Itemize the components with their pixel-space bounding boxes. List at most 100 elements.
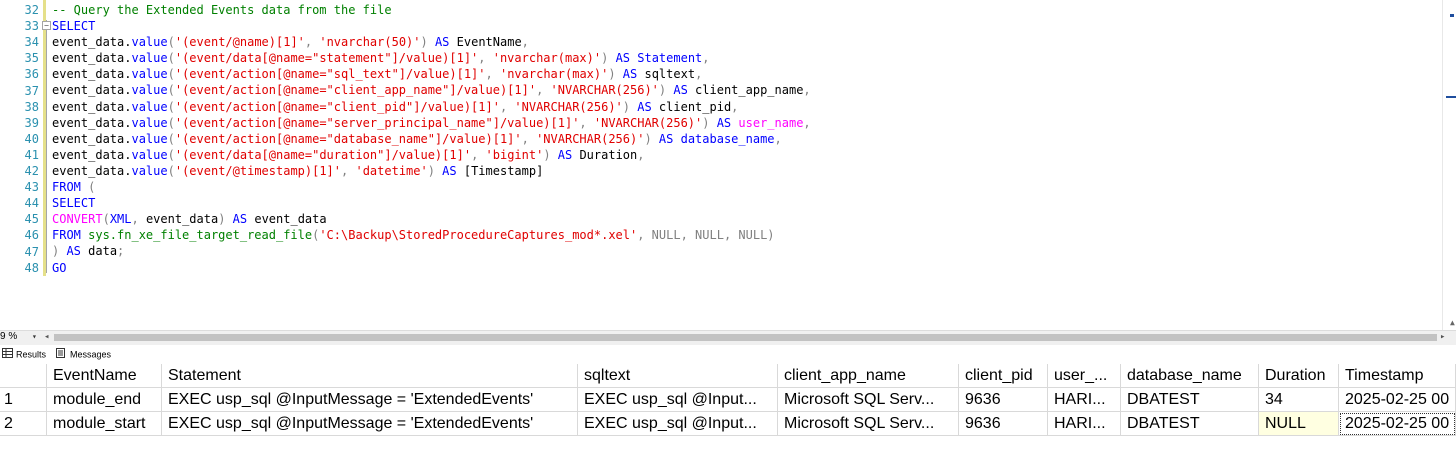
results-tab-bar: Results Messages [0,345,1456,365]
code-line[interactable]: GO [52,260,811,276]
code-line[interactable]: event_data.value('(event/action[@name="c… [52,82,811,98]
code-token: , [341,163,356,178]
scroll-left-arrow-icon[interactable]: ◂ [44,331,49,343]
code-token: , [723,228,739,243]
horizontal-scrollbar-thumb[interactable] [54,334,1437,341]
column-header[interactable]: Statement [162,364,578,388]
query-editor[interactable]: 32 33 34 35 36 37 38 39 40 41 42 43 44 45 46 47 48 − -- … [0,0,1456,330]
code-token: AS [225,212,255,227]
table-cell[interactable]: DBATEST [1121,412,1259,436]
column-header[interactable]: client_pid [959,364,1048,388]
vertical-scrollbar[interactable] [1442,0,1456,330]
line-number: 48 [24,260,39,275]
table-cell[interactable]: EXEC usp_sql @Input... [578,388,778,412]
code-line[interactable]: event_data.value('(event/action[@name="s… [52,115,811,131]
code-line[interactable]: event_data.value('(event/action[@name="s… [52,66,811,82]
code-token: event_data [254,212,327,227]
scroll-right-arrow-icon[interactable]: ▸ [1440,331,1445,343]
table-cell[interactable]: Microsoft SQL Serv... [778,412,959,436]
code-token: , [731,99,739,114]
code-token: ) [767,228,775,243]
code-token: value [131,51,168,66]
table-cell[interactable]: 2025-02-25 00 [1339,388,1456,412]
code-token: , [803,83,811,98]
code-token: 'nvarchar(max)' [492,51,602,66]
grid-icon [2,348,13,362]
results-grid[interactable]: EventName Statement sqltext client_app_n… [0,364,1456,452]
code-token: , [521,35,529,50]
scroll-down-arrow-icon[interactable]: ▲ [1450,318,1455,327]
column-header[interactable]: client_app_name [778,364,959,388]
code-token: -- Query the Extended Events data from t… [52,3,392,17]
code-line[interactable]: FROM sys.fn_xe_file_target_read_file('C:… [52,227,811,243]
code-line[interactable]: event_data.value('(event/data[@name="sta… [52,50,811,66]
row-header-corner[interactable] [0,364,47,388]
null-cell[interactable]: NULL [1259,412,1339,436]
table-row[interactable]: 1 module_end EXEC usp_sql @InputMessage … [0,388,1456,412]
code-token: FROM [52,180,81,195]
code-token: ( [167,67,175,82]
code-token: event_data. [52,115,132,130]
messages-icon [56,348,67,362]
code-line[interactable]: SELECT [52,195,811,211]
table-cell[interactable]: module_start [47,412,162,436]
table-cell[interactable]: 9636 [959,388,1048,412]
selected-cell[interactable]: 2025-02-25 00 [1339,412,1456,436]
table-cell[interactable]: EXEC usp_sql @InputMessage = 'ExtendedEv… [162,412,578,436]
tab-results[interactable]: Results [2,348,46,362]
code-token: event_data. [52,67,132,82]
row-number[interactable]: 1 [0,388,47,412]
code-token: value [131,83,168,98]
code-token: EventName [456,35,522,50]
column-header[interactable]: Duration [1259,364,1339,388]
column-header[interactable]: Timestamp [1339,364,1456,388]
code-line[interactable]: CONVERT(XML, event_data) AS event_data [52,211,811,227]
code-token: '(event/action[@name="client_app_name"]/… [174,83,537,98]
code-token: 'C:\Backup\StoredProcedureCaptures_mod*.… [319,228,638,243]
table-cell[interactable]: HARI... [1048,388,1121,412]
table-row[interactable]: 2 module_start EXEC usp_sql @InputMessag… [0,412,1456,436]
tab-messages[interactable]: Messages [56,348,111,362]
zoom-dropdown-icon[interactable]: ▾ [32,330,37,344]
table-cell[interactable]: module_end [47,388,162,412]
table-cell[interactable]: HARI... [1048,412,1121,436]
table-cell[interactable]: EXEC usp_sql @Input... [578,412,778,436]
code-token: , [803,115,811,130]
table-cell[interactable]: DBATEST [1121,388,1259,412]
code-line[interactable]: ) AS data; [52,243,811,259]
code-line[interactable]: event_data.value('(event/action[@name="c… [52,99,811,115]
line-number: 36 [24,67,39,82]
table-cell[interactable]: EXEC usp_sql @InputMessage = 'ExtendedEv… [162,388,578,412]
code-line[interactable]: -- Query the Extended Events data from t… [52,2,811,18]
code-token: value [131,67,168,82]
code-token: '(event/action[@name="database_name"]/va… [174,131,522,146]
code-token: ( [167,51,175,66]
code-line[interactable]: SELECT [52,18,811,34]
code-line[interactable]: event_data.value('(event/@name)[1]', 'nv… [52,34,811,50]
code-token: database_name [680,131,775,146]
table-cell[interactable]: Microsoft SQL Serv... [778,388,959,412]
code-line[interactable]: event_data.value('(event/action[@name="d… [52,131,811,147]
code-token: 'nvarchar(50)' [319,35,421,50]
code-line[interactable]: event_data.value('(event/@timestamp)[1]'… [52,163,811,179]
code-area[interactable]: -- Query the Extended Events data from t… [52,2,811,276]
code-token: 'bigint' [485,147,544,162]
table-cell[interactable]: 9636 [959,412,1048,436]
code-token: '(event/action[@name="sql_text"]/value)[… [174,67,486,82]
line-number: 32 [24,3,39,17]
code-line[interactable]: event_data.value('(event/data[@name="dur… [52,147,811,163]
code-token: 'datetime' [355,163,428,178]
code-token: ) [608,67,616,82]
line-number: 34 [24,35,39,50]
fold-toggle-icon[interactable]: − [42,21,51,30]
column-header[interactable]: user_... [1048,364,1121,388]
column-header[interactable]: EventName [47,364,162,388]
code-token: ) [622,99,631,114]
row-number[interactable]: 2 [0,412,47,436]
column-header[interactable]: database_name [1121,364,1259,388]
column-header[interactable]: sqltext [578,364,778,388]
table-cell[interactable]: 34 [1259,388,1339,412]
code-line[interactable]: FROM ( [52,179,811,195]
line-number: 43 [24,180,39,195]
code-token: ; [117,244,125,259]
